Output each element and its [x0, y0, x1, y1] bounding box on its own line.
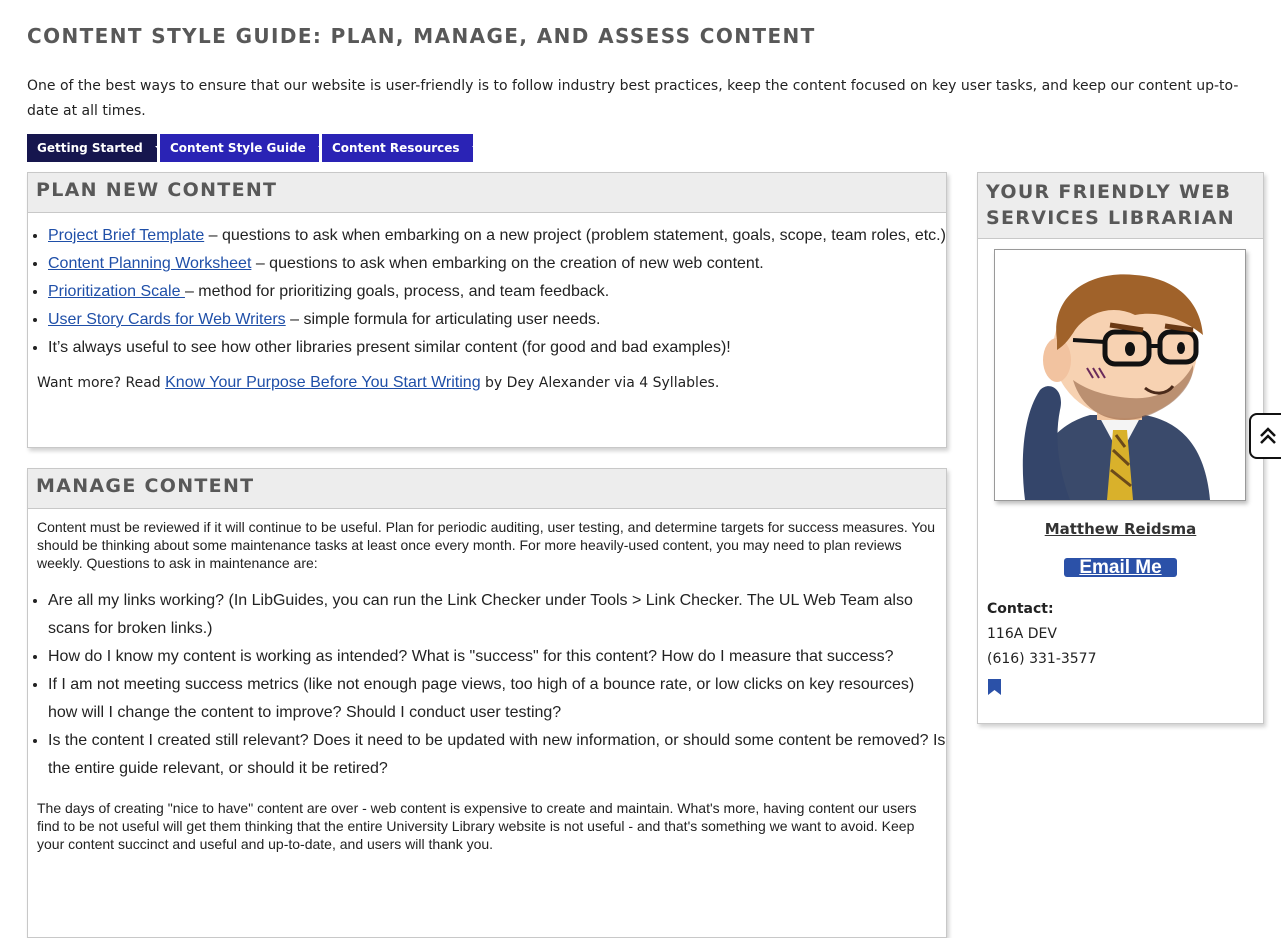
list-item-text: – questions to ask when embarking on the… — [251, 255, 764, 272]
manage-list: Are all my links working? (In LibGuides,… — [28, 587, 946, 783]
list-item-text: – simple formula for articulating user n… — [285, 311, 601, 328]
phone-number: (616) 331-3577 — [987, 651, 1097, 667]
avatar-illustration — [1022, 274, 1210, 500]
manage-closing: The days of creating "nice to have" cont… — [37, 800, 917, 852]
tab-getting-started[interactable]: Getting Started — [27, 134, 163, 162]
back-to-top-button[interactable] — [1249, 413, 1281, 459]
caret-down-icon — [471, 146, 480, 150]
tab-label: Content Style Guide — [170, 141, 306, 155]
user-story-cards-link[interactable]: User Story Cards for Web Writers — [48, 311, 286, 328]
librarian-heading: YOUR FRIENDLY WEB SERVICES LIBRARIAN — [978, 173, 1263, 239]
librarian-name[interactable]: Matthew Reidsma — [978, 520, 1263, 538]
manage-heading: MANAGE CONTENT — [28, 469, 946, 509]
know-your-purpose-link[interactable]: Know Your Purpose Before You Start Writi… — [165, 374, 480, 391]
list-item: It’s always useful to see how other libr… — [48, 334, 946, 362]
tab-label: Getting Started — [37, 141, 143, 155]
plan-content-panel: PLAN NEW CONTENT Project Brief Template … — [27, 172, 947, 448]
librarian-panel: YOUR FRIENDLY WEB SERVICES LIBRARIAN Mat… — [977, 172, 1264, 724]
list-item-text: – method for prioritizing goals, process… — [184, 283, 610, 300]
plan-list: Project Brief Template – questions to as… — [28, 222, 946, 362]
page-intro: One of the best ways to ensure that our … — [27, 78, 1239, 119]
email-me-button[interactable]: Email Me — [1064, 558, 1177, 577]
note-suffix: by Dey Alexander via 4 Syllables. — [480, 375, 720, 391]
tab-label: Content Resources — [332, 141, 460, 155]
guide-nav: Getting Started Content Style Guide Cont… — [27, 134, 480, 162]
list-item: Prioritization Scale – method for priori… — [48, 278, 946, 306]
project-brief-link[interactable]: Project Brief Template — [48, 227, 204, 244]
list-item: How do I know my content is working as i… — [48, 643, 946, 671]
list-item: Are all my links working? (In LibGuides,… — [48, 587, 946, 643]
list-item: Is the content I created still relevant?… — [48, 727, 946, 783]
note-prefix: Want more? Read — [37, 375, 166, 391]
list-item-text: – questions to ask when embarking on a n… — [204, 227, 946, 244]
prioritization-scale-link[interactable]: Prioritization Scale — [48, 283, 185, 300]
list-item: Content Planning Worksheet – questions t… — [48, 250, 946, 278]
content-planning-link[interactable]: Content Planning Worksheet — [48, 255, 251, 272]
page-title: CONTENT STYLE GUIDE: PLAN, MANAGE, AND A… — [27, 24, 816, 48]
list-item: If I am not meeting success metrics (lik… — [48, 671, 946, 727]
want-more-note: Want more? Read Know Your Purpose Before… — [37, 374, 946, 392]
plan-heading: PLAN NEW CONTENT — [28, 173, 946, 213]
list-item: User Story Cards for Web Writers – simpl… — [48, 306, 946, 334]
tab-content-style-guide[interactable]: Content Style Guide — [160, 134, 326, 162]
manage-content-panel: MANAGE CONTENT Content must be reviewed … — [27, 468, 947, 938]
office-location: 116A DEV — [987, 626, 1057, 642]
bookmark-icon[interactable] — [988, 679, 1001, 695]
contact-label: Contact: — [987, 601, 1054, 617]
list-item: Project Brief Template – questions to as… — [48, 222, 946, 250]
manage-intro: Content must be reviewed if it will cont… — [37, 519, 936, 571]
list-item-text: It’s always useful to see how other libr… — [48, 339, 731, 356]
librarian-avatar — [994, 249, 1246, 501]
tab-content-resources[interactable]: Content Resources — [322, 134, 480, 162]
chevron-up-double-icon — [1260, 427, 1276, 444]
